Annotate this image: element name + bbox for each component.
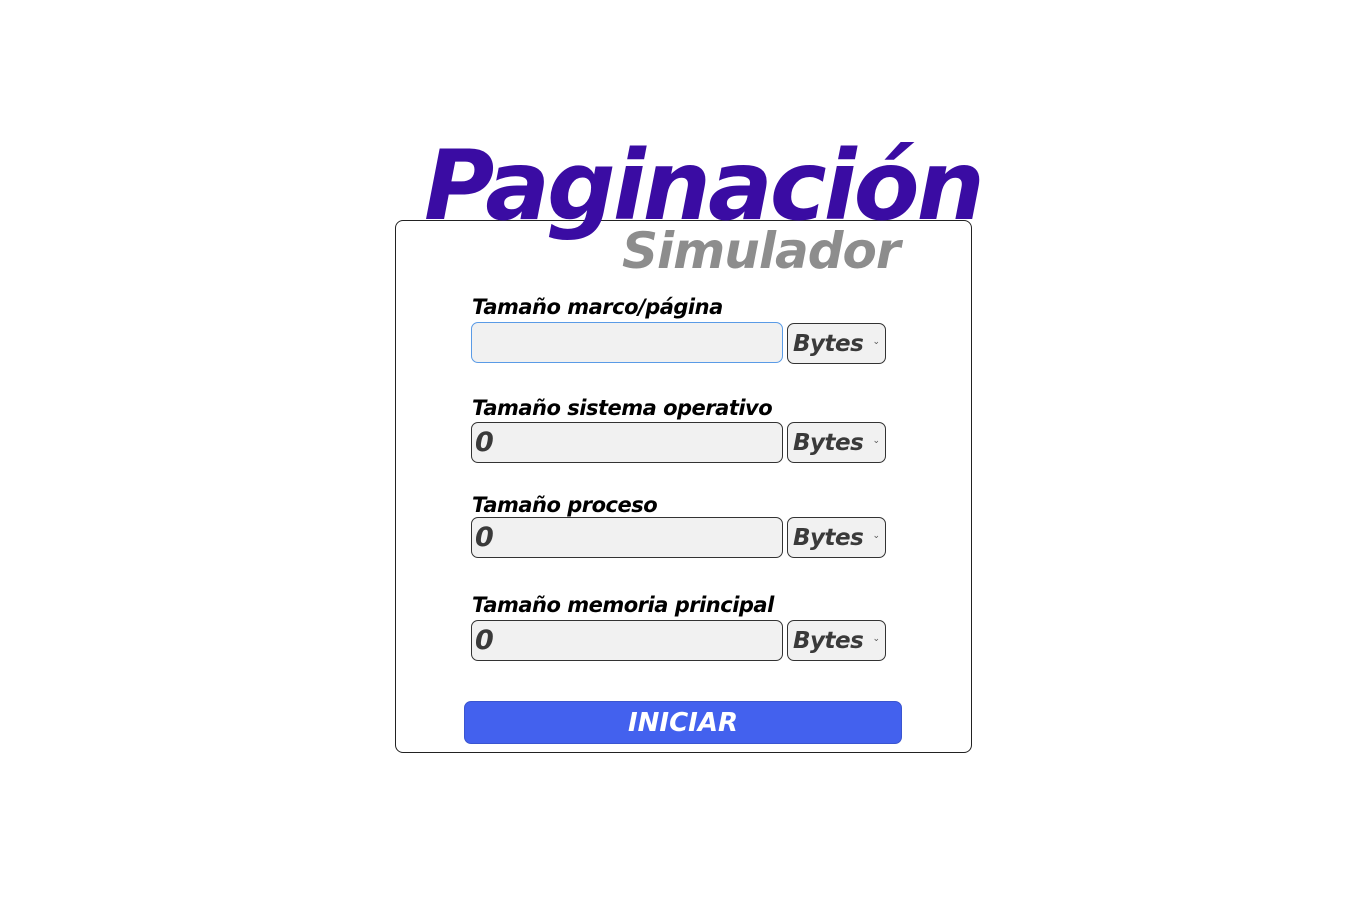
main-memory-size-unit-value: Bytes	[793, 627, 864, 654]
os-size-input[interactable]	[471, 422, 783, 463]
frame-page-size-label: Tamaño marco/página	[472, 295, 723, 319]
frame-page-size-unit-select[interactable]: Bytes ⌄	[787, 323, 886, 364]
main-memory-size-input[interactable]	[471, 620, 783, 661]
os-size-label: Tamaño sistema operativo	[472, 396, 773, 420]
page-title: Paginación	[424, 130, 985, 242]
start-button[interactable]: INICIAR	[464, 701, 902, 744]
os-size-unit-select[interactable]: Bytes ⌄	[787, 422, 886, 463]
page: Paginación Simulador Tamaño marco/página…	[0, 0, 1351, 899]
process-size-unit-select[interactable]: Bytes ⌄	[787, 517, 886, 558]
page-subtitle: Simulador	[622, 222, 901, 280]
process-size-unit-value: Bytes	[793, 524, 864, 551]
frame-page-size-unit-value: Bytes	[793, 330, 864, 357]
chevron-down-icon: ⌄	[872, 531, 880, 541]
frame-page-size-input[interactable]	[471, 322, 783, 363]
process-size-label: Tamaño proceso	[472, 493, 658, 517]
process-size-input[interactable]	[471, 517, 783, 558]
main-memory-size-unit-select[interactable]: Bytes ⌄	[787, 620, 886, 661]
os-size-unit-value: Bytes	[793, 429, 864, 456]
main-memory-size-label: Tamaño memoria principal	[472, 593, 774, 617]
chevron-down-icon: ⌄	[872, 337, 880, 347]
chevron-down-icon: ⌄	[872, 634, 880, 644]
chevron-down-icon: ⌄	[872, 436, 880, 446]
